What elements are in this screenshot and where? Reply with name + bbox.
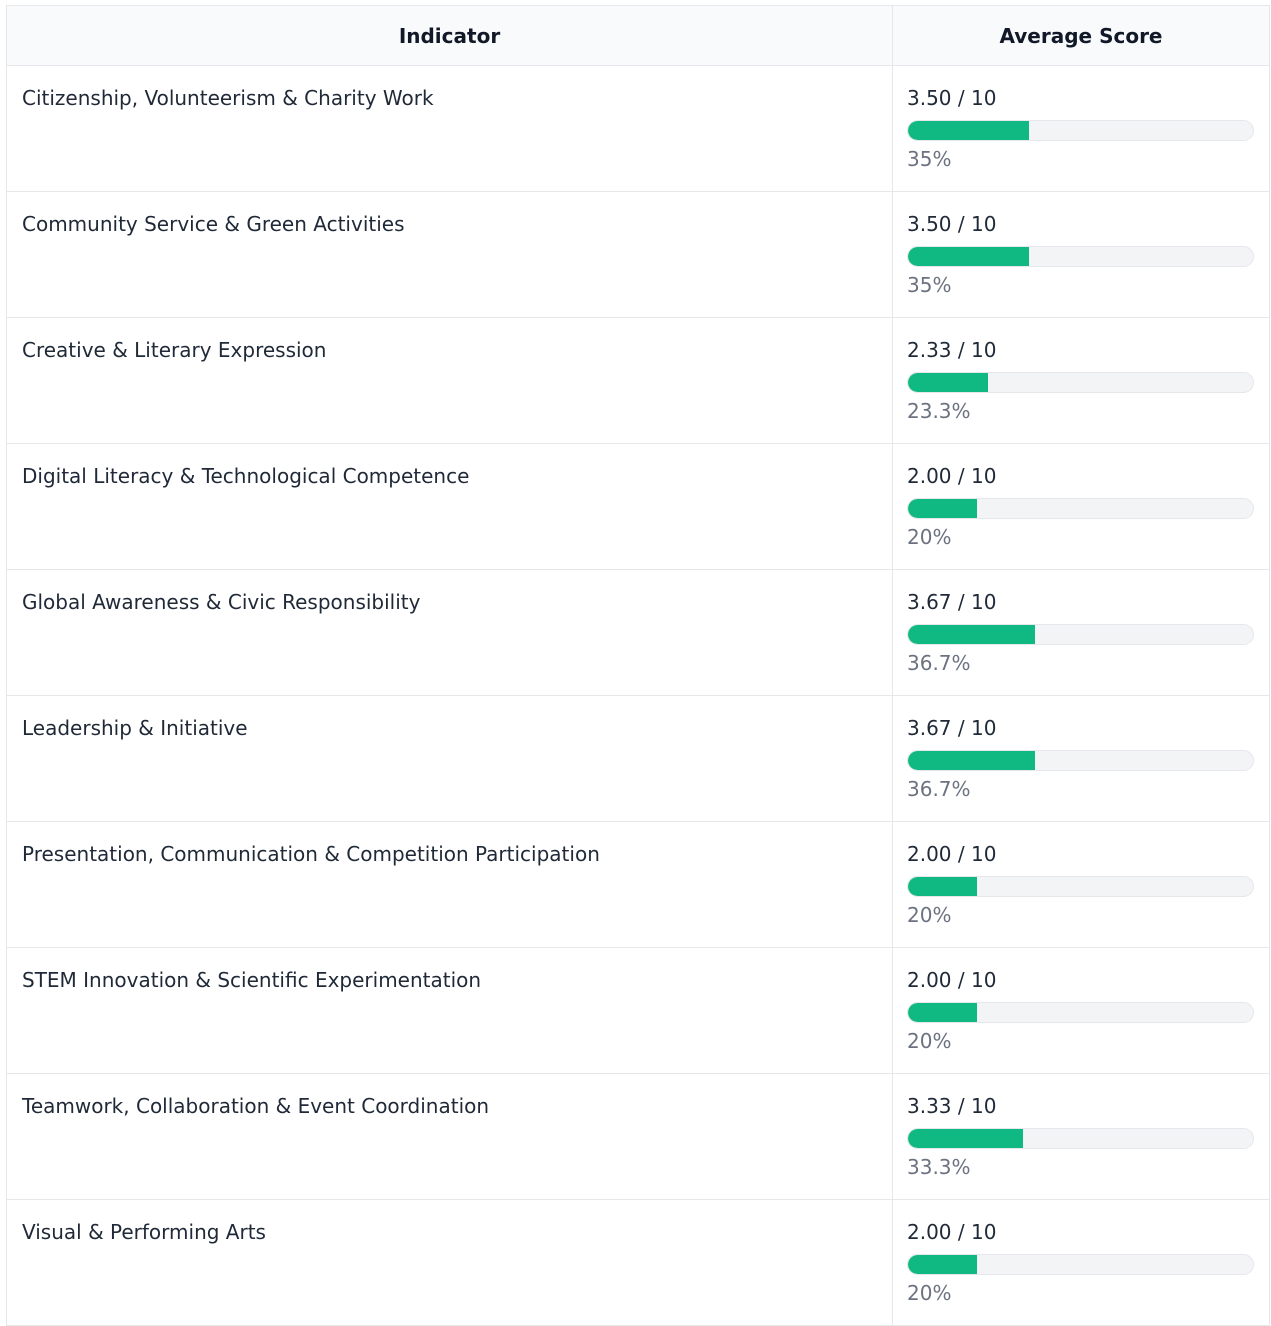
indicator-cell: Creative & Literary Expression (6, 317, 893, 444)
indicator-label: Community Service & Green Activities (22, 212, 405, 236)
score-percent-label: 33.3% (907, 1155, 971, 1179)
table-row: Leadership & Initiative 3.67 / 10 36.7% (6, 695, 1270, 822)
average-score-column-header[interactable]: Average Score (892, 5, 1270, 66)
score-progress-fill (908, 877, 977, 896)
score-progress-bar (907, 246, 1254, 267)
table-row: Creative & Literary Expression 2.33 / 10… (6, 317, 1270, 444)
indicator-scores-table: Indicator Average Score Citizenship, Vol… (6, 5, 1270, 1326)
indicator-cell: Community Service & Green Activities (6, 191, 893, 318)
indicator-label: Teamwork, Collaboration & Event Coordina… (22, 1094, 490, 1118)
score-progress-fill (908, 625, 1035, 644)
indicator-label: STEM Innovation & Scientific Experimenta… (22, 968, 482, 992)
score-cell: 3.67 / 10 36.7% (892, 695, 1270, 822)
score-value: 3.33 / 10 (907, 1094, 997, 1118)
score-percent-label: 20% (907, 1029, 952, 1053)
score-percent-label: 35% (907, 273, 952, 297)
indicator-label: Creative & Literary Expression (22, 338, 327, 362)
indicator-label: Global Awareness & Civic Responsibility (22, 590, 421, 614)
score-value: 3.67 / 10 (907, 590, 997, 614)
score-cell: 2.00 / 10 20% (892, 821, 1270, 948)
score-cell: 3.50 / 10 35% (892, 191, 1270, 318)
score-percent-label: 20% (907, 525, 952, 549)
score-cell: 3.50 / 10 35% (892, 65, 1270, 192)
score-progress-bar (907, 120, 1254, 141)
score-cell: 2.00 / 10 20% (892, 1199, 1270, 1326)
indicator-cell: STEM Innovation & Scientific Experimenta… (6, 947, 893, 1074)
score-percent-label: 36.7% (907, 651, 971, 675)
score-percent-label: 20% (907, 1281, 952, 1305)
score-value: 2.33 / 10 (907, 338, 997, 362)
score-value: 3.50 / 10 (907, 86, 997, 110)
indicator-label: Leadership & Initiative (22, 716, 248, 740)
indicator-column-header[interactable]: Indicator (6, 5, 893, 66)
table-row: Community Service & Green Activities 3.5… (6, 191, 1270, 318)
score-percent-label: 36.7% (907, 777, 971, 801)
indicator-cell: Presentation, Communication & Competitio… (6, 821, 893, 948)
indicator-label: Visual & Performing Arts (22, 1220, 266, 1244)
score-value: 2.00 / 10 (907, 1220, 997, 1244)
score-percent-label: 20% (907, 903, 952, 927)
score-progress-bar (907, 876, 1254, 897)
indicator-cell: Global Awareness & Civic Responsibility (6, 569, 893, 696)
indicator-cell: Leadership & Initiative (6, 695, 893, 822)
score-progress-bar (907, 1002, 1254, 1023)
score-progress-fill (908, 1003, 977, 1022)
score-progress-bar (907, 1128, 1254, 1149)
indicator-cell: Digital Literacy & Technological Compete… (6, 443, 893, 570)
table-row: Citizenship, Volunteerism & Charity Work… (6, 65, 1270, 192)
score-progress-fill (908, 751, 1035, 770)
score-cell: 2.33 / 10 23.3% (892, 317, 1270, 444)
table-row: Visual & Performing Arts 2.00 / 10 20% (6, 1199, 1270, 1326)
indicator-label: Presentation, Communication & Competitio… (22, 842, 600, 866)
table-row: Teamwork, Collaboration & Event Coordina… (6, 1073, 1270, 1200)
table-header: Indicator Average Score (6, 5, 1270, 66)
score-progress-fill (908, 121, 1029, 140)
table-row: Digital Literacy & Technological Compete… (6, 443, 1270, 570)
score-progress-bar (907, 624, 1254, 645)
score-value: 2.00 / 10 (907, 968, 997, 992)
table-body: Citizenship, Volunteerism & Charity Work… (6, 65, 1270, 1326)
score-cell: 2.00 / 10 20% (892, 443, 1270, 570)
score-value: 3.50 / 10 (907, 212, 997, 236)
score-percent-label: 23.3% (907, 399, 971, 423)
indicator-label: Digital Literacy & Technological Compete… (22, 464, 470, 488)
score-value: 2.00 / 10 (907, 842, 997, 866)
table-row: Presentation, Communication & Competitio… (6, 821, 1270, 948)
score-progress-bar (907, 498, 1254, 519)
score-percent-label: 35% (907, 147, 952, 171)
score-progress-fill (908, 499, 977, 518)
score-progress-fill (908, 1255, 977, 1274)
score-progress-fill (908, 373, 989, 392)
score-value: 2.00 / 10 (907, 464, 997, 488)
indicator-cell: Visual & Performing Arts (6, 1199, 893, 1326)
indicator-cell: Citizenship, Volunteerism & Charity Work (6, 65, 893, 192)
scores-table-container: Indicator Average Score Citizenship, Vol… (6, 5, 1270, 1326)
score-value: 3.67 / 10 (907, 716, 997, 740)
score-progress-bar (907, 372, 1254, 393)
score-cell: 3.67 / 10 36.7% (892, 569, 1270, 696)
score-cell: 2.00 / 10 20% (892, 947, 1270, 1074)
header-row: Indicator Average Score (6, 5, 1270, 66)
score-progress-bar (907, 750, 1254, 771)
table-row: STEM Innovation & Scientific Experimenta… (6, 947, 1270, 1074)
indicator-cell: Teamwork, Collaboration & Event Coordina… (6, 1073, 893, 1200)
score-progress-fill (908, 1129, 1023, 1148)
table-row: Global Awareness & Civic Responsibility … (6, 569, 1270, 696)
score-progress-fill (908, 247, 1029, 266)
score-progress-bar (907, 1254, 1254, 1275)
score-cell: 3.33 / 10 33.3% (892, 1073, 1270, 1200)
indicator-label: Citizenship, Volunteerism & Charity Work (22, 86, 434, 110)
